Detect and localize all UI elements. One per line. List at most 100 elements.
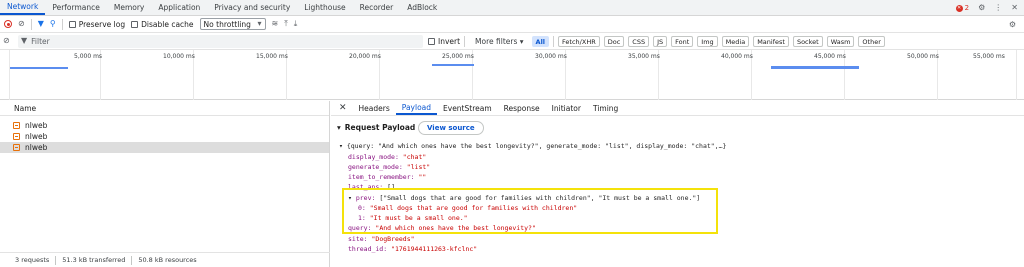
disable-cache-checkbox[interactable]: Disable cache bbox=[131, 19, 194, 29]
tab-privacy-and-security[interactable]: Privacy and security bbox=[207, 0, 297, 15]
type-chip-wasm[interactable]: Wasm bbox=[826, 36, 855, 47]
request-row[interactable]: nlweb bbox=[0, 120, 329, 131]
divider bbox=[131, 255, 133, 265]
checkbox-box[interactable] bbox=[428, 38, 435, 45]
search-icon[interactable]: ⚲ bbox=[50, 20, 56, 28]
request-detail-pane: ✕ Headers Payload EventStream Response I… bbox=[331, 101, 1024, 267]
tab-network[interactable]: Network bbox=[0, 0, 46, 15]
tab-performance[interactable]: Performance bbox=[45, 0, 107, 15]
payload-row-display-mode[interactable]: display_mode: "chat" bbox=[348, 152, 426, 162]
timeline-overview[interactable]: 5,000 ms 10,000 ms 15,000 ms 20,000 ms 2… bbox=[0, 50, 1024, 100]
request-row[interactable]: nlweb bbox=[0, 131, 329, 142]
filter-input[interactable]: ▼ Filter bbox=[18, 34, 423, 48]
request-name: nlweb bbox=[25, 121, 48, 130]
timeline-tick bbox=[1016, 50, 1017, 100]
tab-lighthouse[interactable]: Lighthouse bbox=[297, 0, 352, 15]
close-devtools-icon[interactable]: ✕ bbox=[1011, 4, 1018, 12]
import-har-icon[interactable]: ⤒ bbox=[284, 20, 288, 28]
clear-icon[interactable]: ⊘ bbox=[18, 20, 25, 28]
tab-adblock[interactable]: AdBlock bbox=[400, 0, 444, 15]
timeline-tick-label: 5,000 ms bbox=[74, 53, 103, 60]
type-chip-other[interactable]: Other bbox=[858, 36, 885, 47]
more-filters-label: More filters bbox=[475, 37, 518, 46]
record-button[interactable] bbox=[4, 20, 12, 28]
transferred-size: 51.3 kB transferred bbox=[62, 256, 126, 264]
type-chip-socket[interactable]: Socket bbox=[792, 36, 823, 47]
payload-root-row[interactable]: ▾ {query: "And which ones have the best … bbox=[339, 141, 726, 151]
request-row-selected[interactable]: nlweb bbox=[0, 142, 329, 153]
payload-row-thread-id[interactable]: thread_id: "1761944111263-kfclnc" bbox=[348, 244, 477, 254]
disable-cache-label: Disable cache bbox=[141, 19, 194, 29]
timeline-tick-label: 20,000 ms bbox=[349, 53, 381, 60]
more-options-icon[interactable]: ⋮ bbox=[994, 4, 1002, 12]
json-value: "1761944111263-kfclnc" bbox=[391, 245, 478, 253]
filter-funnel-icon[interactable]: ▼ bbox=[38, 20, 44, 28]
type-chip-all[interactable]: All bbox=[531, 36, 550, 47]
request-list: Name nlweb nlweb nlweb 3 requests 51.3 k… bbox=[0, 101, 330, 267]
tab-headers[interactable]: Headers bbox=[353, 101, 396, 115]
type-chip-img[interactable]: Img bbox=[697, 36, 718, 47]
divider bbox=[464, 36, 466, 47]
type-chip-js[interactable]: JS bbox=[653, 36, 668, 47]
timeline-request-bar bbox=[10, 67, 68, 69]
type-chip-media[interactable]: Media bbox=[721, 36, 750, 47]
triangle-down-icon: ▾ bbox=[337, 123, 341, 132]
timeline-start-tick bbox=[9, 50, 10, 100]
json-key: site: bbox=[348, 235, 368, 243]
network-conditions-icon[interactable]: ≋ bbox=[272, 20, 279, 28]
tab-application[interactable]: Application bbox=[151, 0, 207, 15]
chevron-down-icon: ▾ bbox=[257, 19, 262, 28]
column-header-name[interactable]: Name bbox=[0, 101, 329, 116]
filter-funnel-icon: ▼ bbox=[21, 36, 28, 45]
type-chip-doc[interactable]: Doc bbox=[603, 36, 625, 47]
tab-eventstream[interactable]: EventStream bbox=[437, 101, 498, 115]
tab-recorder[interactable]: Recorder bbox=[353, 0, 401, 15]
timeline-request-bar bbox=[771, 66, 859, 69]
json-value: "" bbox=[418, 173, 427, 181]
invert-checkbox[interactable]: Invert bbox=[428, 37, 460, 46]
tab-initiator[interactable]: Initiator bbox=[546, 101, 587, 115]
error-counter[interactable]: ✕ 2 bbox=[955, 4, 970, 12]
network-settings-gear-icon[interactable]: ⚙ bbox=[1009, 20, 1016, 29]
type-chip-font[interactable]: Font bbox=[671, 36, 694, 47]
invert-filter-icon[interactable]: ⊘ bbox=[3, 37, 10, 45]
request-count: 3 requests bbox=[15, 256, 50, 264]
tab-payload[interactable]: Payload bbox=[395, 101, 438, 115]
preserve-log-checkbox[interactable]: Preserve log bbox=[68, 19, 126, 29]
json-key: display_mode: bbox=[348, 153, 399, 161]
payload-row-generate-mode[interactable]: generate_mode: "list" bbox=[348, 162, 430, 172]
timeline-tick-label: 10,000 ms bbox=[163, 53, 195, 60]
resources-size: 50.8 kB resources bbox=[138, 256, 197, 264]
devtools-tab-bar: Network Performance Memory Application P… bbox=[0, 0, 1024, 16]
divider bbox=[61, 18, 63, 30]
view-source-button[interactable]: View source bbox=[418, 121, 484, 135]
request-name: nlweb bbox=[25, 143, 48, 152]
type-chip-manifest[interactable]: Manifest bbox=[753, 36, 789, 47]
type-chip-fetch-xhr[interactable]: Fetch/XHR bbox=[558, 36, 600, 47]
error-count: 2 bbox=[964, 4, 970, 12]
tab-memory[interactable]: Memory bbox=[107, 0, 152, 15]
throttling-value: No throttling bbox=[203, 19, 251, 29]
tab-response[interactable]: Response bbox=[498, 101, 546, 115]
close-detail-icon[interactable]: ✕ bbox=[337, 101, 353, 115]
export-har-icon[interactable]: ⤓ bbox=[294, 20, 298, 28]
checkbox-box[interactable] bbox=[131, 20, 139, 28]
error-icon: ✕ bbox=[955, 4, 963, 12]
payload-row-item-to-remember[interactable]: item_to_remember: "" bbox=[348, 172, 426, 182]
payload-row-site[interactable]: site: "DogBreeds" bbox=[348, 234, 415, 244]
tab-timing[interactable]: Timing bbox=[587, 101, 624, 115]
section-title: Request Payload bbox=[344, 123, 416, 132]
divider bbox=[553, 36, 555, 47]
throttling-select[interactable]: No throttling ▾ bbox=[199, 18, 266, 30]
request-payload-section-toggle[interactable]: ▾ Request Payload bbox=[337, 123, 415, 132]
timeline-tick-label: 45,000 ms bbox=[814, 53, 846, 60]
preserve-log-label: Preserve log bbox=[78, 19, 126, 29]
checkbox-box[interactable] bbox=[68, 20, 76, 28]
type-chip-css[interactable]: CSS bbox=[628, 36, 650, 47]
settings-gear-icon[interactable]: ⚙ bbox=[978, 4, 985, 12]
highlight-annotation-box bbox=[342, 188, 718, 234]
detail-tab-bar: ✕ Headers Payload EventStream Response I… bbox=[331, 101, 1024, 116]
more-filters-dropdown[interactable]: More filters ▾ bbox=[475, 37, 524, 46]
filter-placeholder: Filter bbox=[31, 36, 50, 46]
toolbar-right: ⚙ bbox=[1009, 16, 1016, 33]
